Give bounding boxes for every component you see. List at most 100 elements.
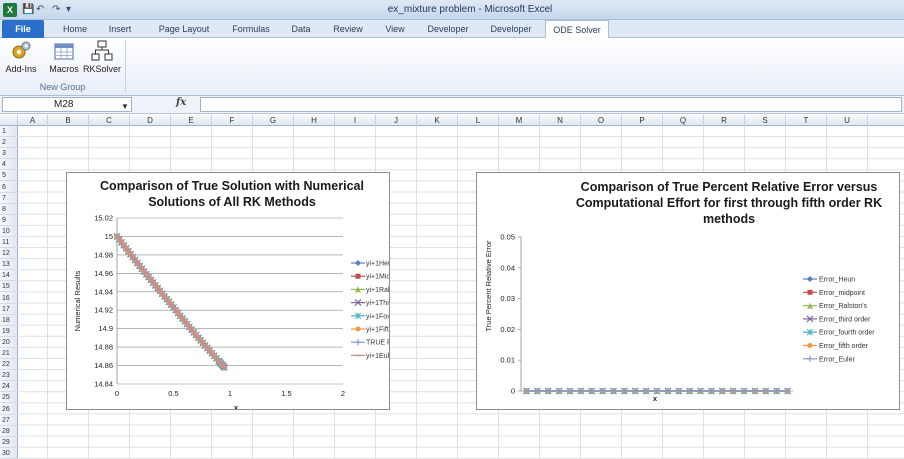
rksolver-button[interactable]: RKSolver — [82, 40, 122, 74]
row-header-10[interactable]: 10 — [0, 226, 18, 237]
tab-insert[interactable]: Insert — [100, 20, 140, 38]
legend-entry: Error_fifth order — [819, 343, 869, 350]
row-header-28[interactable]: 28 — [0, 426, 18, 437]
column-header-f[interactable]: F — [212, 115, 253, 126]
row-header-20[interactable]: 20 — [0, 337, 18, 348]
y-tick-label: 14.98 — [94, 250, 113, 259]
select-all-corner[interactable] — [0, 115, 18, 126]
tab-data[interactable]: Data — [284, 20, 318, 38]
tab-home[interactable]: Home — [56, 20, 94, 38]
legend-entry: Error_Euler — [819, 356, 855, 363]
legend-entry: TRUE Results — [366, 340, 389, 347]
row-header-11[interactable]: 11 — [0, 237, 18, 249]
row-header-15[interactable]: 15 — [0, 281, 18, 293]
row-header-6[interactable]: 6 — [0, 182, 18, 193]
tab-developer[interactable]: Developer — [421, 20, 475, 38]
column-header-h[interactable]: H — [294, 115, 335, 126]
column-header-g[interactable]: G — [253, 115, 294, 126]
chart-plot-area: 0 0.01 0.02 0.03 0.04 0.05 x True Percent Relat… — [484, 233, 875, 404]
column-header-a[interactable]: A — [18, 115, 48, 126]
tab-review[interactable]: Review — [327, 20, 369, 38]
row-header-25[interactable]: 25 — [0, 392, 18, 404]
formula-bar: M28 ▼ fx — [0, 96, 904, 114]
row-header-29[interactable]: 29 — [0, 437, 18, 448]
row-header-19[interactable]: 19 — [0, 326, 18, 337]
row-header-18[interactable]: 18 — [0, 315, 18, 326]
row-header-8[interactable]: 8 — [0, 204, 18, 215]
insert-function-icon[interactable]: fx — [176, 97, 186, 108]
add-ins-label: Add-Ins — [5, 64, 37, 74]
column-headers: ABCDEFGHIJKLMNOPQRSTU — [0, 115, 904, 126]
row-header-17[interactable]: 17 — [0, 304, 18, 315]
column-header-u[interactable]: U — [827, 115, 868, 126]
column-header-e[interactable]: E — [171, 115, 212, 126]
y-axis-label: Numerical Results — [73, 270, 82, 331]
chevron-down-icon[interactable]: ▼ — [121, 100, 129, 113]
column-header-o[interactable]: O — [581, 115, 622, 126]
x-tick-label: 1.5 — [281, 389, 291, 398]
column-header-n[interactable]: N — [540, 115, 581, 126]
macros-button[interactable]: Macros — [46, 40, 82, 74]
column-header-s[interactable]: S — [745, 115, 786, 126]
row-header-24[interactable]: 24 — [0, 381, 18, 393]
column-header-c[interactable]: C — [89, 115, 130, 126]
tab-developer-2[interactable]: Developer — [484, 20, 538, 38]
y-tick-label: 14.86 — [94, 361, 113, 370]
row-header-13[interactable]: 13 — [0, 259, 18, 271]
redo-icon[interactable]: ↷ — [52, 3, 60, 17]
legend-entry: yi+1Ralston's — [366, 287, 389, 294]
row-header-14[interactable]: 14 — [0, 270, 18, 282]
row-header-22[interactable]: 22 — [0, 359, 18, 371]
excel-app-icon[interactable]: X — [3, 3, 17, 17]
rksolver-label: RKSolver — [82, 64, 121, 74]
tab-file[interactable]: File — [2, 20, 44, 38]
column-header-m[interactable]: M — [499, 115, 540, 126]
y-tick-label: 14.96 — [94, 269, 113, 278]
tab-formulas[interactable]: Formulas — [225, 20, 277, 38]
column-header-k[interactable]: K — [417, 115, 458, 126]
row-header-2[interactable]: 2 — [0, 137, 18, 149]
row-header-9[interactable]: 9 — [0, 215, 18, 226]
column-header-t[interactable]: T — [786, 115, 827, 126]
y-tick-label: 0.02 — [500, 325, 515, 334]
row-header-7[interactable]: 7 — [0, 193, 18, 204]
group-separator — [125, 40, 126, 92]
new-group-label: New Group — [39, 82, 86, 92]
row-header-12[interactable]: 12 — [0, 248, 18, 260]
column-header-p[interactable]: P — [622, 115, 663, 126]
row-header-4[interactable]: 4 — [0, 159, 18, 171]
formula-input[interactable] — [200, 97, 902, 112]
legend-entry: Error_Heun — [819, 277, 855, 284]
tab-view[interactable]: View — [378, 20, 412, 38]
column-header-j[interactable]: J — [376, 115, 417, 126]
tab-ode-solver[interactable]: ODE Solver — [545, 20, 609, 39]
legend-marker — [807, 355, 813, 362]
row-header-21[interactable]: 21 — [0, 348, 18, 360]
ribbon: Add-Ins Macros RKSolver New Group — [0, 38, 904, 96]
tab-page-layout[interactable]: Page Layout — [150, 20, 218, 38]
undo-icon[interactable]: ↶ — [36, 3, 44, 17]
column-header-r[interactable]: R — [704, 115, 745, 126]
chart-error-comparison[interactable]: Comparison of True Percent Relative Erro… — [476, 172, 900, 410]
legend-marker — [355, 273, 361, 279]
column-header-i[interactable]: I — [335, 115, 376, 126]
row-header-23[interactable]: 23 — [0, 370, 18, 382]
row-header-1[interactable]: 1 — [0, 126, 18, 138]
row-header-27[interactable]: 27 — [0, 415, 18, 426]
chart-rk-comparison[interactable]: Comparison of True Solution with Numeric… — [66, 172, 390, 410]
row-header-26[interactable]: 26 — [0, 404, 18, 415]
column-header-q[interactable]: Q — [663, 115, 704, 126]
name-box[interactable]: M28 ▼ — [2, 97, 132, 112]
row-header-16[interactable]: 16 — [0, 293, 18, 304]
customize-qat-icon[interactable]: ▾ — [66, 3, 71, 17]
y-axis-label: True Percent Relative Error — [484, 240, 493, 332]
add-ins-button[interactable]: Add-Ins — [2, 40, 40, 74]
column-header-l[interactable]: L — [458, 115, 499, 126]
column-header-b[interactable]: B — [48, 115, 89, 126]
legend-entry: Error_midpoint — [819, 290, 865, 297]
save-icon[interactable]: 💾 — [22, 3, 34, 17]
row-header-30[interactable]: 30 — [0, 448, 18, 459]
column-header-d[interactable]: D — [130, 115, 171, 126]
row-header-3[interactable]: 3 — [0, 148, 18, 160]
row-header-5[interactable]: 5 — [0, 170, 18, 182]
